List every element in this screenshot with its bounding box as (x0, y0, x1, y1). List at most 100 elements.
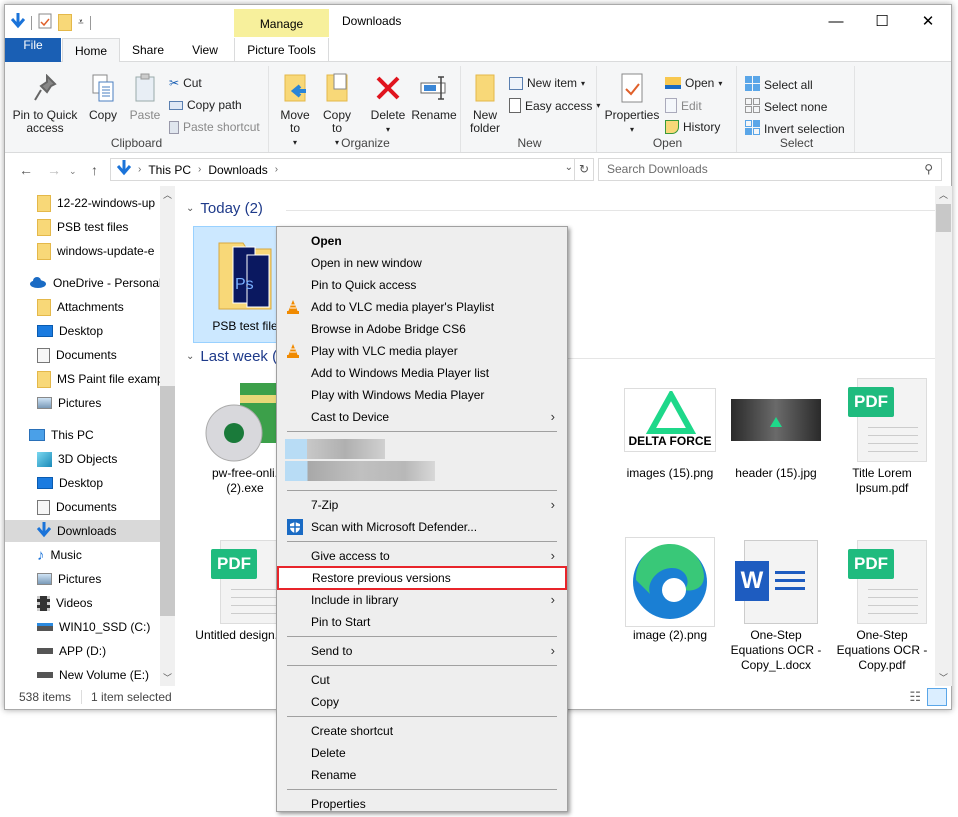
menu-item-play-with-wmp[interactable]: Play with Windows Media Player (277, 384, 567, 406)
nav-item-pictures[interactable]: Pictures (37, 568, 101, 590)
nav-item-e-drive[interactable]: New Volume (E:) (37, 664, 149, 686)
menu-item-cut[interactable]: Cut (277, 669, 567, 691)
properties-qat-button[interactable] (38, 13, 52, 32)
large-icons-view-button[interactable] (927, 688, 947, 706)
menu-item-pin-to-start[interactable]: Pin to Start (277, 611, 567, 633)
file-one-step-equations-pdf[interactable]: PDF One-Step Equations OCR - Copy.pdf (830, 536, 934, 673)
menu-item-browse-in-adobe-bridge[interactable]: Browse in Adobe Bridge CS6 (277, 318, 567, 340)
close-button[interactable]: ✕ (905, 5, 951, 37)
menu-item-scan-with-defender[interactable]: Scan with Microsoft Defender... (277, 516, 567, 538)
nav-item-desktop[interactable]: Desktop (37, 472, 103, 494)
scroll-up-icon[interactable]: ︿ (163, 188, 172, 201)
nav-item-c-drive[interactable]: WIN10_SSD (C:) (37, 616, 150, 638)
file-header-15-jpg[interactable]: header (15).jpg (724, 374, 828, 481)
new-item-button[interactable]: New item ▾ (509, 76, 585, 90)
menu-item-pin-to-quick-access[interactable]: Pin to Quick access (277, 274, 567, 296)
menu-item-include-in-library[interactable]: Include in library › (277, 589, 567, 611)
up-button[interactable]: ↑ (91, 162, 98, 178)
tab-view[interactable]: View (177, 38, 233, 62)
tab-picture-tools[interactable]: Picture Tools (234, 38, 329, 62)
nav-scrollbar[interactable]: ︿ ﹀ (160, 186, 175, 686)
tab-file[interactable]: File (5, 38, 61, 62)
nav-item-onedrive[interactable]: OneDrive - Personal (29, 272, 162, 294)
copy-button[interactable]: Copy (83, 71, 123, 122)
group-header-today[interactable]: ⌄ Today (2) (186, 200, 936, 217)
menu-item-add-to-wmp-list[interactable]: Add to Windows Media Player list (277, 362, 567, 384)
breadcrumb-downloads[interactable]: Downloads (208, 163, 267, 177)
menu-item-add-to-vlc-playlist[interactable]: Add to VLC media player's Playlist (277, 296, 567, 318)
menu-item-open[interactable]: Open (277, 230, 567, 252)
file-images-15-png[interactable]: DELTA FORCE images (15).png (618, 374, 722, 481)
history-button[interactable]: History (665, 120, 720, 134)
address-dropdown-icon[interactable]: ⌄ (565, 162, 573, 173)
nav-item-psb-test-files[interactable]: PSB test files (37, 216, 128, 238)
forward-button[interactable]: → (47, 162, 61, 178)
menu-item-delete[interactable]: Delete (277, 742, 567, 764)
menu-item-7-zip[interactable]: 7-Zip › (277, 494, 567, 516)
folder-icon (37, 370, 51, 388)
new-folder-button[interactable]: New folder (465, 71, 505, 135)
content-scrollbar[interactable]: ︿ ﹀ (935, 186, 952, 686)
customize-qat-icon[interactable]: ⩡ (78, 17, 84, 28)
nav-item-12-22-windows-up[interactable]: 12-22-windows-up (37, 192, 155, 214)
search-input[interactable]: Search Downloads ⚲ (598, 158, 942, 181)
select-none-button[interactable]: Select none (745, 98, 827, 116)
content-scrollbar-thumb[interactable] (936, 204, 951, 232)
minimize-button[interactable]: — (813, 5, 859, 37)
menu-item-open-in-new-window[interactable]: Open in new window (277, 252, 567, 274)
breadcrumb-this-pc[interactable]: This PC (148, 163, 191, 177)
nav-item-documents[interactable]: Documents (37, 496, 117, 518)
back-button[interactable]: ← (19, 162, 33, 178)
file-image-2-png[interactable]: image (2).png (618, 536, 722, 643)
rename-button[interactable]: Rename (411, 71, 457, 122)
tab-home[interactable]: Home (62, 38, 120, 63)
nav-item-onedrive-pictures[interactable]: Pictures (37, 392, 101, 414)
manage-contextual-tab[interactable]: Manage (234, 9, 329, 37)
open-button[interactable]: Open ▾ (665, 76, 722, 90)
menu-item-rename[interactable]: Rename (277, 764, 567, 786)
nav-item-onedrive-desktop[interactable]: Desktop (37, 320, 103, 342)
nav-item-ms-paint-file-examples[interactable]: MS Paint file examp (37, 368, 164, 390)
paste-shortcut-button[interactable]: Paste shortcut (169, 120, 260, 134)
nav-item-windows-update[interactable]: windows-update-e (37, 240, 154, 262)
refresh-button[interactable]: ↻ (574, 159, 593, 180)
edit-button[interactable]: Edit (665, 98, 702, 113)
menu-item-send-to[interactable]: Send to › (277, 640, 567, 662)
nav-item-3d-objects[interactable]: 3D Objects (37, 448, 117, 470)
paste-button[interactable]: Paste (125, 71, 165, 122)
nav-item-d-drive[interactable]: APP (D:) (37, 640, 106, 662)
scroll-down-icon[interactable]: ﹀ (939, 671, 948, 684)
menu-item-cast-to-device[interactable]: Cast to Device › (277, 406, 567, 428)
scroll-up-icon[interactable]: ︿ (939, 188, 948, 201)
nav-scrollbar-thumb[interactable] (160, 386, 175, 616)
file-title-lorem-ipsum-pdf[interactable]: PDF Title Lorem Ipsum.pdf (830, 374, 934, 496)
cut-button[interactable]: ✂ Cut (169, 76, 202, 90)
menu-item-give-access-to[interactable]: Give access to › (277, 545, 567, 567)
nav-item-videos[interactable]: Videos (37, 592, 92, 614)
menu-item-restore-previous-versions[interactable]: Restore previous versions (277, 566, 567, 590)
nav-item-music[interactable]: ♪ Music (37, 544, 82, 566)
easy-access-button[interactable]: Easy access ▾ (509, 98, 600, 113)
address-bar[interactable]: › This PC › Downloads › ⌄ ↻ (110, 158, 594, 181)
copy-path-button[interactable]: Copy path (169, 98, 242, 112)
nav-item-onedrive-documents[interactable]: Documents (37, 344, 117, 366)
select-all-button[interactable]: Select all (745, 76, 813, 94)
recent-locations-button[interactable]: ⌄ (69, 166, 77, 177)
menu-item-properties[interactable]: Properties (277, 793, 567, 815)
properties-button[interactable]: Properties ▾ (603, 71, 661, 136)
scroll-down-icon[interactable]: ﹀ (163, 671, 172, 684)
details-view-button[interactable]: ☷ (909, 689, 921, 705)
pin-to-quick-access-button[interactable]: Pin to Quick access (9, 71, 81, 135)
menu-item-copy[interactable]: Copy (277, 691, 567, 713)
new-folder-qat-button[interactable] (58, 14, 72, 31)
tab-share[interactable]: Share (123, 38, 173, 62)
menu-item-create-shortcut[interactable]: Create shortcut (277, 720, 567, 742)
menu-item-play-with-vlc[interactable]: Play with VLC media player (277, 340, 567, 362)
nav-item-downloads[interactable]: Downloads (5, 520, 160, 542)
file-one-step-equations-docx[interactable]: W One-Step Equations OCR - Copy_L.docx (724, 536, 828, 673)
group-header-last-week[interactable]: ⌄ Last week (2 (186, 348, 936, 365)
nav-item-attachments[interactable]: Attachments (37, 296, 124, 318)
delete-button[interactable]: Delete ▾ (367, 71, 409, 136)
nav-item-this-pc[interactable]: This PC (29, 424, 94, 446)
maximize-button[interactable]: ☐ (859, 5, 905, 37)
